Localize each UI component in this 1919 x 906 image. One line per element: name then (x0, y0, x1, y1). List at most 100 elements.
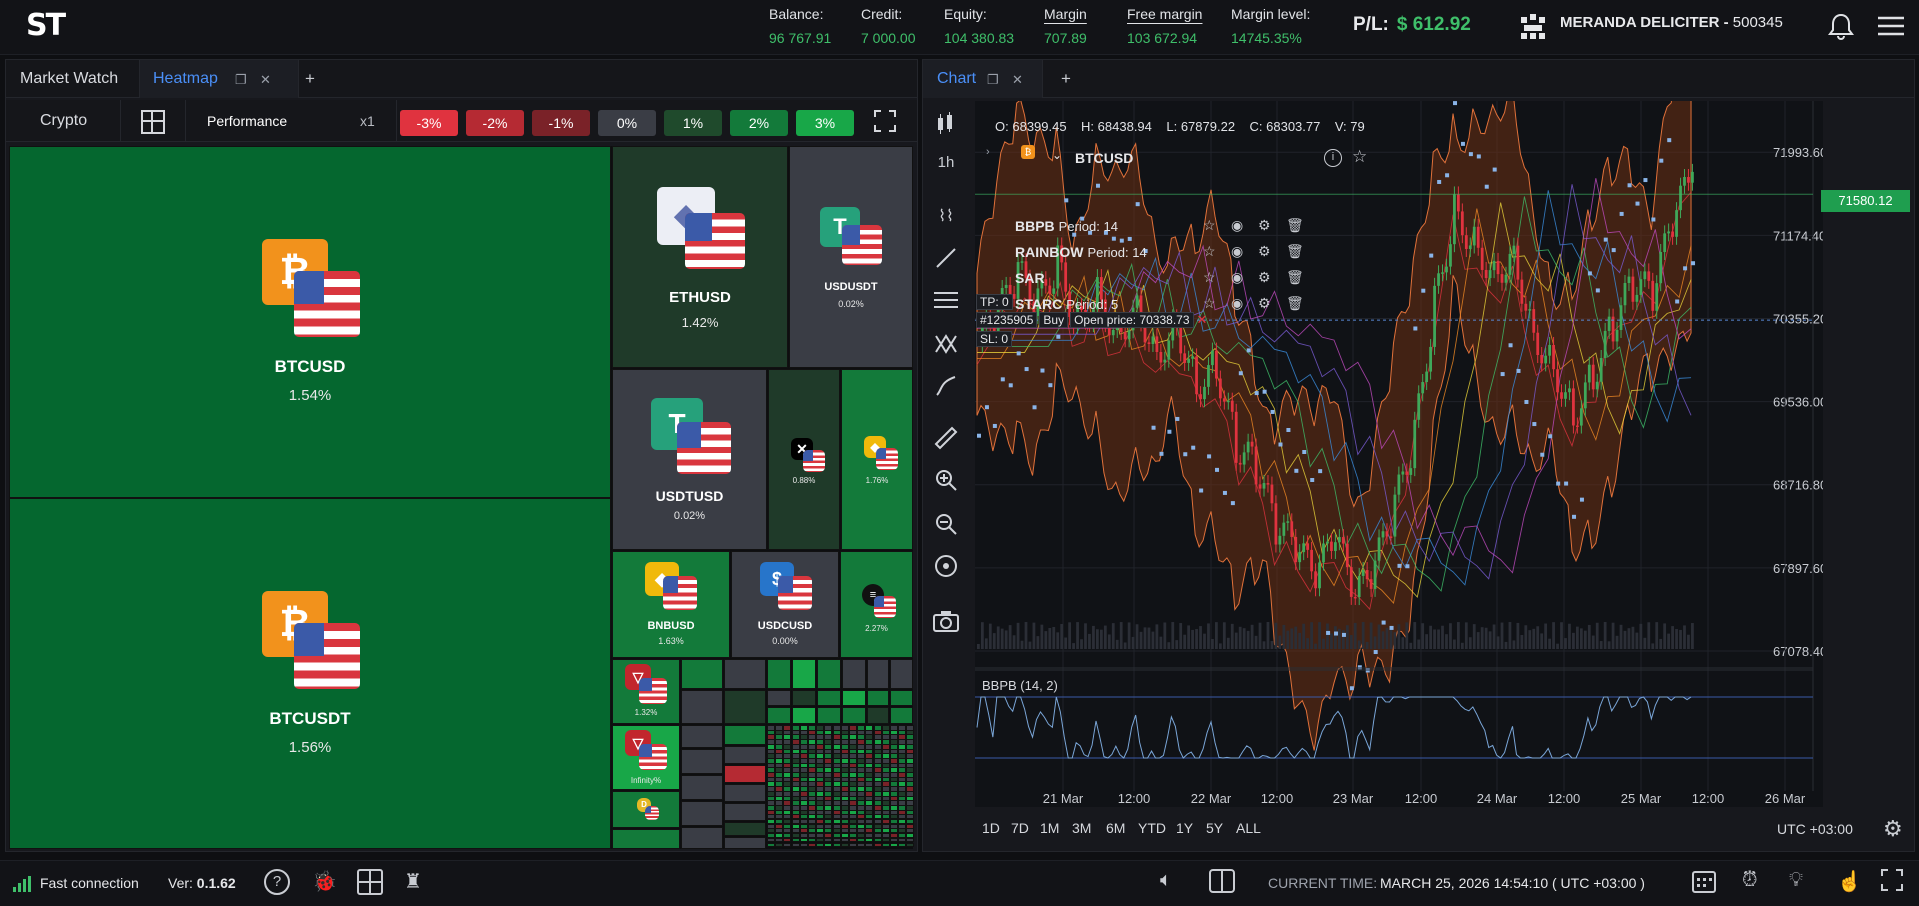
mini-tile[interactable] (767, 837, 775, 842)
popout-icon[interactable]: ❐ (235, 72, 247, 88)
order-line-label[interactable]: #1235905 Buy Open price: 70338.73 ✕ (976, 312, 1207, 328)
range-button[interactable]: 5Y (1206, 820, 1223, 836)
range-button[interactable]: ALL (1236, 820, 1261, 836)
horizontal-lines-icon[interactable] (928, 290, 964, 316)
mini-tile[interactable] (724, 784, 766, 802)
mini-tile[interactable] (767, 842, 775, 847)
menu-icon[interactable] (1878, 15, 1904, 42)
price-chart[interactable]: 71993.60 71174.40 70355.20 69536.00 68716.80… (975, 101, 1823, 807)
timezone[interactable]: UTC +03:00 (1777, 821, 1853, 837)
indicators-icon[interactable]: ⌇⌇ (928, 206, 964, 226)
tile-small[interactable] (612, 829, 680, 849)
mini-tile[interactable] (799, 837, 808, 842)
mini-tile[interactable] (808, 837, 816, 842)
gear-icon[interactable]: ⚙ (1258, 269, 1271, 286)
scale-chip[interactable]: -1% (532, 110, 590, 136)
tile-usdusdt[interactable]: T USDUSDT 0.02% (789, 146, 913, 368)
mini-tile[interactable] (842, 707, 866, 724)
mini-tile[interactable] (767, 659, 791, 689)
mini-tile[interactable] (832, 837, 841, 842)
mini-tile[interactable] (775, 837, 784, 842)
pattern-icon[interactable] (928, 332, 964, 362)
mini-tile[interactable] (817, 690, 841, 706)
touch-icon[interactable]: ☝ (1837, 869, 1862, 894)
mini-tile[interactable] (881, 837, 890, 842)
gear-icon[interactable]: ⚙ (1258, 217, 1271, 234)
range-button[interactable]: 3M (1072, 820, 1091, 836)
category-select[interactable]: Crypto (40, 112, 87, 130)
mini-tile[interactable] (816, 842, 825, 847)
lightbulb-icon[interactable]: 💡︎ (1789, 869, 1803, 892)
chevron-down-icon[interactable]: ⌄ (1052, 148, 1062, 162)
tile-trx-2[interactable]: ▽ Infinity% (612, 725, 680, 790)
indicator-row[interactable]: SAR (1015, 270, 1049, 286)
mini-tile[interactable] (865, 842, 874, 847)
tab-chart[interactable]: Chart (937, 70, 976, 88)
mini-tile[interactable] (681, 801, 723, 826)
trash-icon[interactable]: 🗑︎ (1286, 243, 1304, 260)
mini-tile[interactable] (857, 837, 866, 842)
range-button[interactable]: YTD (1138, 820, 1166, 836)
tile-btcusd[interactable]: ₿ BTCUSD 1.54% (9, 146, 611, 498)
scale-chip[interactable]: 3% (796, 110, 854, 136)
order-tp[interactable]: TP: 0 (976, 294, 1013, 310)
range-button[interactable]: 1Y (1176, 820, 1193, 836)
mini-tile[interactable] (681, 775, 723, 800)
info-icon[interactable]: i (1324, 149, 1342, 167)
mini-tile[interactable] (840, 842, 849, 847)
mini-tile[interactable] (817, 659, 841, 689)
calculator-icon[interactable] (357, 869, 383, 901)
mini-tile[interactable] (724, 837, 766, 849)
split-view-icon[interactable] (1209, 869, 1235, 899)
tab-heatmap[interactable]: Heatmap (153, 70, 218, 88)
camera-icon[interactable] (928, 610, 964, 638)
tile-trx[interactable]: ▽ 1.32% (612, 659, 680, 724)
mini-tile[interactable] (792, 659, 816, 689)
symbol-title[interactable]: BTCUSD (1075, 150, 1133, 166)
mini-tile[interactable] (890, 842, 898, 847)
mini-tile[interactable] (849, 837, 857, 842)
mini-tile[interactable] (817, 707, 841, 724)
mini-tile[interactable] (724, 765, 766, 783)
order-sl[interactable]: SL: 0 (976, 331, 1013, 347)
tile-usdtusd[interactable]: T USDTUSD 0.02% (612, 369, 767, 550)
mini-tile[interactable] (783, 837, 792, 842)
candles-icon[interactable] (928, 112, 964, 142)
sub-indicator-label[interactable]: BBPB (14, 2) (982, 678, 1058, 693)
fullscreen-icon[interactable] (874, 110, 896, 137)
tab-market-watch[interactable]: Market Watch (20, 70, 118, 88)
mini-tile[interactable] (824, 842, 833, 847)
bell-icon[interactable] (1828, 12, 1854, 45)
eye-icon[interactable]: ◉ (1231, 269, 1243, 286)
mini-tile[interactable] (867, 707, 889, 724)
mini-tile[interactable] (890, 707, 913, 724)
mini-tile[interactable] (724, 746, 766, 764)
mini-tile[interactable] (857, 842, 866, 847)
add-tab-icon[interactable]: + (305, 69, 315, 89)
tile-btcusdt[interactable]: ₿ BTCUSDT 1.56% (9, 498, 611, 849)
trash-icon[interactable]: 🗑︎ (1286, 269, 1304, 286)
add-tab-icon[interactable]: + (1061, 69, 1071, 89)
app-logo[interactable]: ST (26, 8, 66, 43)
ruler-icon[interactable] (928, 426, 964, 456)
tile-bnbusd[interactable]: ◆ BNBUSD 1.63% (612, 551, 730, 658)
mini-tile[interactable] (681, 827, 723, 849)
gear-icon[interactable]: ⚙ (1258, 243, 1271, 260)
mini-tile[interactable] (724, 659, 766, 689)
range-button[interactable]: 7D (1011, 820, 1029, 836)
close-icon[interactable]: ✕ (1012, 72, 1023, 88)
scale-chip[interactable]: 1% (664, 110, 722, 136)
trash-icon[interactable]: 🗑︎ (1286, 217, 1304, 234)
trash-icon[interactable]: 🗑︎ (1286, 295, 1304, 312)
mini-tile[interactable] (681, 659, 723, 689)
mini-tile[interactable] (792, 690, 816, 706)
mini-tile[interactable] (775, 842, 784, 847)
mini-tile[interactable] (906, 837, 915, 842)
tile-ethusd[interactable]: ◆ ETHUSD 1.42% (612, 146, 788, 368)
mini-tile[interactable] (824, 837, 833, 842)
zoom-out-icon[interactable] (928, 512, 964, 542)
gear-icon[interactable]: ⚙ (1258, 295, 1271, 312)
mini-tile[interactable] (898, 842, 907, 847)
scale-chip[interactable]: -2% (466, 110, 524, 136)
range-button[interactable]: 6M (1106, 820, 1125, 836)
